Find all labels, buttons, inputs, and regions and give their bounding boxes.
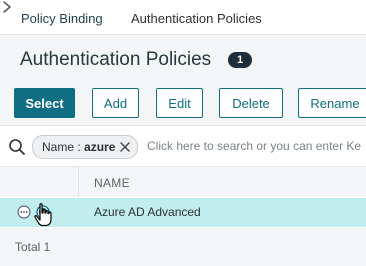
table-footer: Total 1 <box>0 228 366 266</box>
search-bar: Name : azure Click here to search or you… <box>0 125 366 167</box>
select-button[interactable]: Select <box>14 88 75 118</box>
authentication-policies-page: Policy Binding Authentication Policies A… <box>0 0 366 266</box>
policy-count-badge: 1 <box>228 52 252 68</box>
filter-value-label: azure <box>84 140 116 154</box>
rename-button[interactable]: Rename <box>298 88 366 118</box>
breadcrumb: Policy Binding Authentication Policies <box>0 0 366 35</box>
chevron-right-icon <box>3 1 11 13</box>
close-icon[interactable] <box>120 142 131 152</box>
more-options-icon[interactable] <box>17 205 31 219</box>
page-title: Authentication Policies <box>20 49 212 70</box>
column-divider <box>78 167 79 197</box>
filter-key-label: Name : <box>42 140 85 154</box>
hand-pointer-icon <box>34 203 52 227</box>
breadcrumb-current-page: Authentication Policies <box>131 11 262 26</box>
action-toolbar: Select Add Edit Delete Rename <box>0 83 366 125</box>
column-header-name[interactable]: NAME <box>94 176 130 190</box>
search-icon[interactable] <box>8 138 26 156</box>
name-filter-chip[interactable]: Name : azure <box>32 135 139 159</box>
edit-button[interactable]: Edit <box>156 88 203 118</box>
table-header: NAME <box>0 167 366 197</box>
delete-button[interactable]: Delete <box>219 88 283 118</box>
total-count-label: Total 1 <box>15 240 51 254</box>
table-row[interactable]: Azure AD Advanced <box>0 198 366 227</box>
breadcrumb-policy-binding-link[interactable]: Policy Binding <box>21 11 103 26</box>
page-header: Authentication Policies 1 <box>0 35 366 83</box>
add-button[interactable]: Add <box>92 88 139 118</box>
policy-name-cell[interactable]: Azure AD Advanced <box>94 205 201 219</box>
search-input[interactable]: Click here to search or you can enter Ke <box>147 139 361 153</box>
